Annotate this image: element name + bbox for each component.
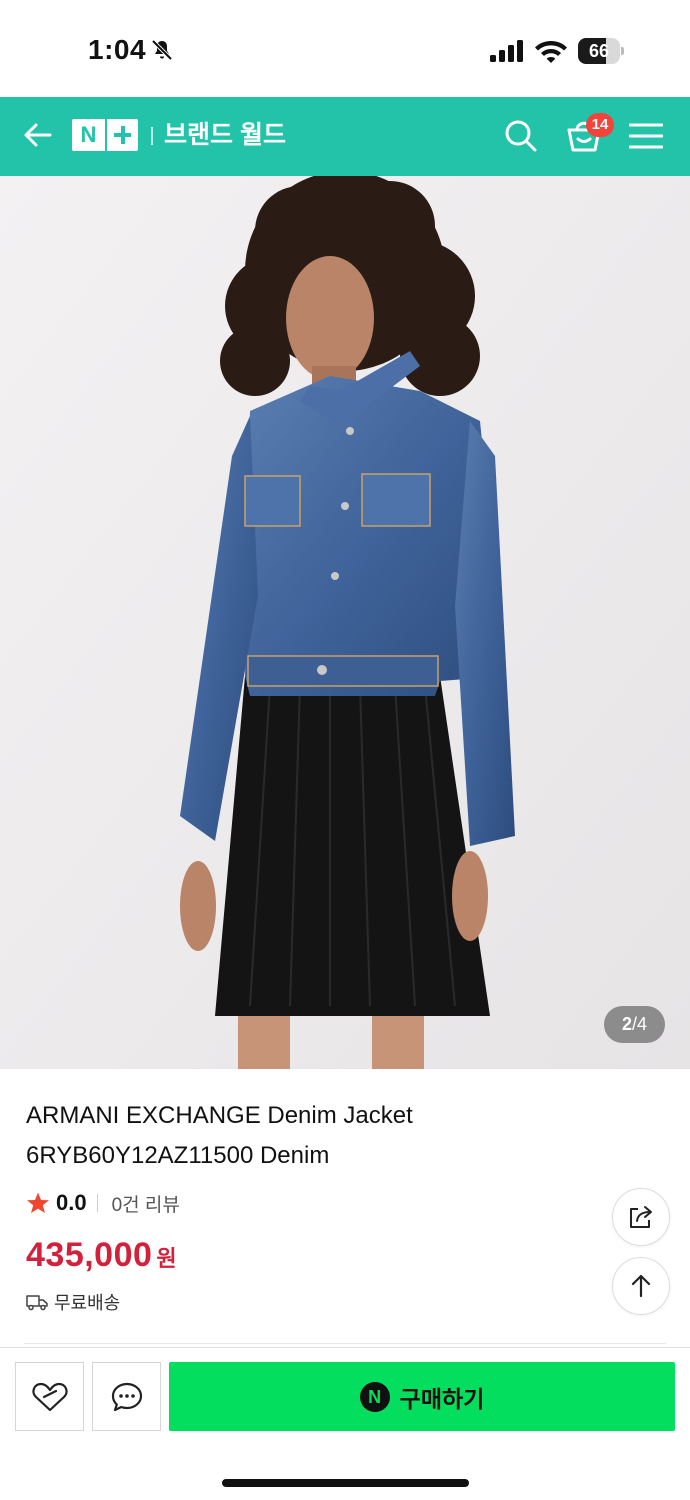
share-icon	[630, 1206, 652, 1228]
menu-icon[interactable]	[629, 121, 663, 151]
status-time: 1:04	[88, 34, 147, 65]
rating-row[interactable]: 0.0 0건 리뷰	[26, 1188, 180, 1218]
star-icon	[27, 1192, 49, 1213]
content-divider	[24, 1343, 666, 1344]
review-count[interactable]: 0건 리뷰	[112, 1190, 180, 1217]
product-title-line2: 6RYB60Y12AZ11500 Denim	[26, 1142, 330, 1169]
rating-separator	[96, 1194, 98, 1212]
share-button[interactable]	[612, 1188, 670, 1246]
cart-count-badge: 14	[586, 113, 614, 137]
image-counter: 2/4	[604, 1006, 665, 1043]
price-unit: 원	[156, 1246, 177, 1271]
wifi-icon	[535, 41, 567, 63]
wishlist-button[interactable]	[15, 1362, 84, 1431]
bell-off-icon	[151, 39, 173, 61]
model-photo	[0, 176, 690, 1069]
talk-button[interactable]	[92, 1362, 161, 1431]
product-image[interactable]	[0, 176, 690, 1069]
battery-indicator: 66	[578, 38, 624, 64]
signal-icon	[490, 40, 523, 62]
product-title: ARMANI EXCHANGE Denim Jacket 6RYB60Y12AZ…	[26, 1096, 546, 1176]
shipping-text: 무료배송	[54, 1293, 121, 1313]
chat-icon	[111, 1382, 142, 1411]
header-divider	[151, 127, 153, 145]
logo-n-letter: N	[80, 122, 97, 147]
app-header: N 브랜드 월드 14	[0, 97, 690, 176]
scroll-top-button[interactable]	[612, 1257, 670, 1315]
rating-value: 0.0	[56, 1190, 87, 1215]
search-icon[interactable]	[502, 117, 538, 153]
truck-icon	[26, 1295, 48, 1311]
heart-icon	[31, 1382, 68, 1411]
page-title[interactable]: 브랜드 월드	[164, 119, 286, 151]
arrow-up-icon	[631, 1274, 651, 1298]
home-indicator[interactable]	[222, 1479, 469, 1487]
buy-button-label: 구매하기	[399, 1385, 485, 1412]
image-counter-current: 2	[621, 1014, 632, 1034]
battery-level: 66	[588, 41, 610, 61]
shipping-info: 무료배송	[26, 1289, 120, 1315]
product-price: 435,000	[26, 1236, 153, 1274]
image-counter-total: 4	[637, 1014, 648, 1034]
plus-icon	[105, 119, 138, 151]
nplus-logo[interactable]: N	[72, 119, 138, 151]
buy-button[interactable]: N 구매하기	[169, 1362, 675, 1431]
back-arrow-icon[interactable]	[20, 117, 56, 153]
product-title-line1: ARMANI EXCHANGE Denim Jacket	[26, 1102, 413, 1129]
npay-icon: N	[359, 1381, 390, 1412]
status-bar: 1:04 66	[0, 0, 690, 97]
price-row: 435,000 원	[26, 1236, 177, 1275]
